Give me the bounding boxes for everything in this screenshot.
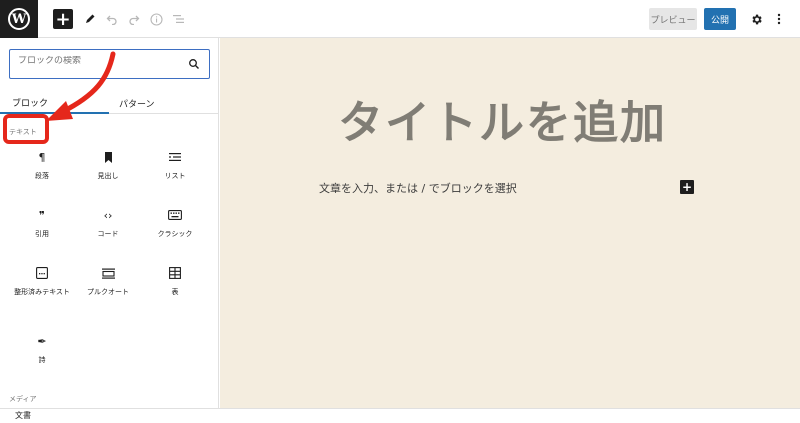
options-button[interactable] — [769, 9, 789, 29]
block-list[interactable]: リスト — [140, 148, 210, 181]
preformatted-icon — [36, 267, 48, 279]
add-block-button[interactable]: + — [53, 8, 73, 30]
undo-icon — [106, 15, 117, 25]
block-label: 段落 — [35, 172, 49, 180]
post-title-placeholder[interactable]: タイトルを追加 — [338, 86, 667, 151]
paragraph-placeholder[interactable]: 文章を入力、または / でブロックを選択 — [319, 180, 517, 196]
quote-icon: ❞ — [39, 208, 45, 222]
block-label: 見出し — [97, 172, 119, 180]
wordpress-logo-icon: W — [8, 8, 30, 30]
block-label: リスト — [164, 172, 186, 180]
block-label: 詩 — [38, 356, 46, 364]
block-heading[interactable]: 見出し — [73, 148, 143, 181]
bookmark-icon — [104, 151, 112, 163]
annotation-highlight-box — [3, 114, 49, 144]
plus-icon: + — [681, 180, 693, 194]
wordpress-logo-button[interactable]: W — [0, 0, 38, 38]
settings-button[interactable] — [746, 9, 766, 29]
block-label: クラシック — [157, 230, 193, 238]
tab-patterns[interactable]: パターン — [109, 92, 218, 114]
undo-button[interactable] — [102, 9, 122, 29]
editor-header: W + プレビュー 公開 — [0, 0, 800, 38]
inline-add-block-button[interactable]: + — [680, 180, 694, 194]
tab-blocks[interactable]: ブロック — [0, 92, 109, 114]
details-button[interactable] — [146, 9, 166, 29]
block-quote[interactable]: ❞ 引用 — [7, 206, 77, 239]
publish-button[interactable]: 公開 — [704, 8, 736, 30]
breadcrumb[interactable]: 文書 — [15, 410, 31, 421]
gear-icon — [751, 14, 762, 24]
vertical-ellipsis-icon — [777, 13, 781, 25]
block-label: 表 — [171, 288, 179, 296]
block-code[interactable]: ‹› コード — [73, 206, 143, 239]
pencil-icon — [86, 14, 95, 23]
block-paragraph[interactable]: ¶ 段落 — [7, 148, 77, 181]
search-icon[interactable] — [188, 58, 200, 70]
code-icon: ‹› — [103, 208, 113, 222]
block-pullquote[interactable]: プルクオート — [73, 264, 143, 297]
preview-button[interactable]: プレビュー — [649, 8, 697, 30]
block-label: 整形済みテキスト — [14, 288, 70, 296]
list-icon — [169, 153, 181, 161]
block-classic[interactable]: クラシック — [140, 206, 210, 239]
block-label: 引用 — [35, 230, 49, 238]
paragraph-icon: ¶ — [38, 150, 46, 164]
editor-footer: 文書 — [0, 408, 800, 423]
tools-button[interactable] — [80, 9, 100, 29]
feather-pen-icon: ✒ — [37, 334, 47, 348]
inserter-tabs: ブロック パターン — [0, 92, 219, 114]
redo-icon — [129, 15, 140, 25]
redo-button[interactable] — [124, 9, 144, 29]
list-view-icon — [172, 15, 184, 23]
info-icon — [149, 12, 163, 26]
block-label: プルクオート — [87, 288, 129, 296]
category-media-label: メディア — [9, 395, 37, 403]
block-search-input[interactable] — [18, 56, 188, 66]
list-view-button[interactable] — [168, 9, 188, 29]
table-icon — [169, 267, 181, 279]
keyboard-icon — [168, 210, 182, 220]
block-verse[interactable]: ✒ 詩 — [7, 332, 77, 365]
plus-icon: + — [55, 8, 71, 30]
pullquote-icon — [101, 268, 115, 279]
block-inserter-panel: ブロック パターン テキスト ¶ 段落 見出し リスト ❞ 引用 ‹› コード — [0, 38, 219, 408]
block-search — [9, 49, 210, 79]
block-label: コード — [97, 230, 119, 238]
block-preformatted[interactable]: 整形済みテキスト — [7, 264, 77, 297]
editor-canvas: タイトルを追加 文章を入力、または / でブロックを選択 + — [220, 38, 800, 408]
block-table[interactable]: 表 — [140, 264, 210, 297]
